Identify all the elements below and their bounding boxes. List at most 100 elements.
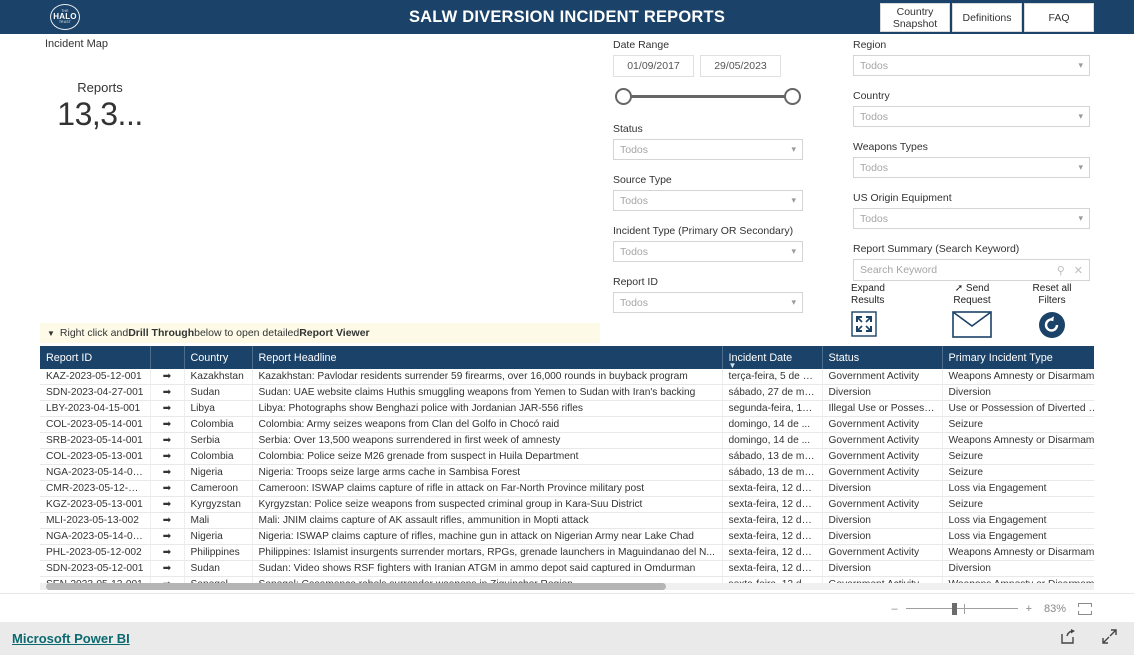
drill-arrow-icon[interactable]: ➡ — [150, 544, 185, 562]
table-row[interactable]: LBY-2023-04-15-001 ➡ Libya Libya: Photograp… — [40, 400, 1094, 418]
cell-primary-incident-type: Diversion — [942, 384, 1094, 402]
table-row[interactable]: KAZ-2023-05-12-001 ➡ Kazakhstan Kazakhstan:… — [40, 369, 1094, 386]
drill-arrow-icon[interactable]: ➡ — [150, 432, 185, 450]
reset-icon[interactable] — [1013, 311, 1091, 344]
zoom-percentage: 83% — [1043, 602, 1066, 615]
drill-arrow-icon[interactable]: ➡ — [150, 384, 185, 402]
table-row[interactable]: COL-2023-05-14-001 ➡ Colombia Colombia: Arm… — [40, 416, 1094, 434]
zoom-out-button[interactable]: – — [891, 603, 897, 615]
source-type-filter-value: Todos — [620, 194, 649, 207]
drill-arrow-icon[interactable]: ➡ — [150, 448, 185, 466]
fullscreen-icon[interactable] — [1101, 628, 1118, 650]
cell-incident-date: sexta-feira, 12 de ... — [722, 560, 823, 578]
incident-reports-table[interactable]: Report ID Country Report Headline Incide… — [40, 346, 1094, 590]
cell-country: Cameroon — [184, 480, 253, 498]
slider-handle-right[interactable] — [784, 88, 801, 105]
cell-report-id: PHL-2023-05-12-002 — [40, 544, 151, 562]
search-icon[interactable]: ⚲ — [1057, 264, 1065, 277]
expand-results-button[interactable]: Expand Results — [851, 283, 931, 344]
table-row[interactable]: KGZ-2023-05-13-001 ➡ Kyrgyzstan Kyrgyzstan:… — [40, 496, 1094, 514]
cell-status: Government Activity — [822, 448, 943, 466]
table-horizontal-scrollbar-thumb[interactable] — [46, 583, 666, 590]
clear-icon[interactable]: ✕ — [1074, 264, 1083, 277]
drill-arrow-icon[interactable]: ➡ — [150, 464, 185, 482]
drill-arrow-icon[interactable]: ➡ — [150, 496, 185, 514]
us-origin-equipment-filter-dropdown[interactable]: Todos ▾ — [853, 208, 1090, 229]
cell-incident-date: domingo, 14 de ... — [722, 416, 823, 434]
cell-report-id: CMR-2023-05-12-001 — [40, 480, 151, 498]
drill-arrow-icon[interactable]: ➡ — [150, 369, 185, 386]
date-range-slider[interactable] — [613, 83, 803, 109]
column-header-country[interactable]: Country — [184, 346, 253, 369]
send-request-button[interactable]: ➚ Send Request — [931, 283, 1013, 344]
column-header-report-headline[interactable]: Report Headline — [252, 346, 723, 369]
column-header-status[interactable]: Status — [822, 346, 943, 369]
send-request-label-line2: Request — [953, 295, 991, 306]
power-bi-link[interactable]: Microsoft Power BI — [12, 631, 130, 646]
zoom-in-button[interactable]: + — [1026, 603, 1032, 615]
cell-incident-date: terça-feira, 5 de d... — [722, 369, 823, 386]
zoom-slider[interactable] — [905, 602, 1018, 615]
drill-arrow-icon[interactable]: ➡ — [150, 512, 185, 530]
table-row[interactable]: SDN-2023-05-12-001 ➡ Sudan Sudan: Video sho… — [40, 560, 1094, 578]
column-header-incident-date[interactable]: Incident Date ▼ — [722, 346, 823, 370]
cell-status: Government Activity — [822, 544, 943, 562]
slider-handle-left[interactable] — [615, 88, 632, 105]
cell-incident-date: sábado, 13 de ma... — [722, 448, 823, 466]
chevron-down-icon: ▾ — [1078, 60, 1083, 70]
cell-primary-incident-type: Use or Possession of Diverted We... — [942, 400, 1094, 418]
search-keyword-input[interactable]: Search Keyword ⚲ ✕ — [853, 259, 1090, 281]
cell-report-headline: Colombia: Army seizes weapons from Clan … — [252, 416, 723, 434]
country-filter-dropdown[interactable]: Todos ▾ — [853, 106, 1090, 127]
app-header: THE HALO TRUST SALW DIVERSION INCIDENT R… — [0, 0, 1134, 34]
reports-kpi-card[interactable]: Reports 13,3... — [40, 80, 160, 133]
cell-report-headline: Nigeria: ISWAP claims capture of rifles,… — [252, 528, 723, 546]
table-row[interactable]: SDN-2023-04-27-001 ➡ Sudan Sudan: UAE websi… — [40, 384, 1094, 402]
table-row[interactable]: NGA-2023-05-14-002 ➡ Nigeria Nigeria: Troop… — [40, 464, 1094, 482]
cell-report-headline: Sudan: UAE website claims Huthis smuggli… — [252, 384, 723, 402]
weapons-types-filter-dropdown[interactable]: Todos ▾ — [853, 157, 1090, 178]
nav-button-country-snapshot[interactable]: Country Snapshot — [880, 3, 950, 32]
cell-status: Government Activity — [822, 416, 943, 434]
cell-primary-incident-type: Loss via Engagement — [942, 512, 1094, 530]
table-row[interactable]: SRB-2023-05-14-001 ➡ Serbia Serbia: Over 13… — [40, 432, 1094, 450]
table-row[interactable]: CMR-2023-05-12-001 ➡ Cameroon Cameroon: ISW… — [40, 480, 1094, 498]
column-header-report-id[interactable]: Report ID — [40, 346, 151, 369]
incident-type-filter-label: Incident Type (Primary OR Secondary) — [613, 225, 794, 237]
incident-type-filter-dropdown[interactable]: Todos ▾ — [613, 241, 803, 262]
cell-primary-incident-type: Seizure — [942, 448, 1094, 466]
us-origin-equipment-filter: US Origin Equipment Todos ▾ — [853, 192, 1090, 229]
cell-primary-incident-type: Weapons Amnesty or Disarmament — [942, 369, 1094, 386]
region-filter-dropdown[interactable]: Todos ▾ — [853, 55, 1090, 76]
expand-icon[interactable] — [851, 311, 931, 342]
chevron-down-icon: ▾ — [791, 297, 796, 307]
weapons-types-filter-label: Weapons Types — [853, 141, 928, 153]
zoom-slider-thumb[interactable] — [951, 602, 957, 615]
nav-button-faq[interactable]: FAQ — [1024, 3, 1094, 32]
cell-report-headline: Colombia: Police seize M26 grenade from … — [252, 448, 723, 466]
report-id-filter-dropdown[interactable]: Todos ▾ — [613, 292, 803, 313]
status-filter-dropdown[interactable]: Todos ▾ — [613, 139, 803, 160]
nav-button-definitions[interactable]: Definitions — [952, 3, 1022, 32]
table-row[interactable]: MLI-2023-05-13-002 ➡ Mali Mali: JNIM claims… — [40, 512, 1094, 530]
drill-arrow-icon[interactable]: ➡ — [150, 528, 185, 546]
cell-report-id: NGA-2023-05-14-002 — [40, 464, 151, 482]
share-icon[interactable] — [1060, 628, 1077, 650]
fit-to-page-icon[interactable] — [1078, 602, 1092, 615]
drill-arrow-icon[interactable]: ➡ — [150, 416, 185, 434]
column-header-drill-arrow[interactable] — [150, 346, 185, 369]
date-range-start-input[interactable]: 01/09/2017 — [613, 55, 694, 77]
table-row[interactable]: PHL-2023-05-12-002 ➡ Philippines Philippine… — [40, 544, 1094, 562]
drill-arrow-icon[interactable]: ➡ — [150, 480, 185, 498]
date-range-end-input[interactable]: 29/05/2023 — [700, 55, 781, 77]
drill-arrow-icon[interactable]: ➡ — [150, 560, 185, 578]
source-type-filter-dropdown[interactable]: Todos ▾ — [613, 190, 803, 211]
reset-all-filters-button[interactable]: Reset all Filters — [1013, 283, 1091, 344]
column-header-primary-incident-type[interactable]: Primary Incident Type — [942, 346, 1094, 369]
table-row[interactable]: COL-2023-05-13-001 ➡ Colombia Colombia: Pol… — [40, 448, 1094, 466]
envelope-icon[interactable] — [931, 311, 1013, 343]
cell-report-headline: Kyrgyzstan: Police seize weapons from su… — [252, 496, 723, 514]
drill-arrow-icon[interactable]: ➡ — [150, 400, 185, 418]
cell-incident-date: sexta-feira, 12 de ... — [722, 528, 823, 546]
table-row[interactable]: NGA-2023-05-14-003 ➡ Nigeria Nigeria: ISWAP… — [40, 528, 1094, 546]
